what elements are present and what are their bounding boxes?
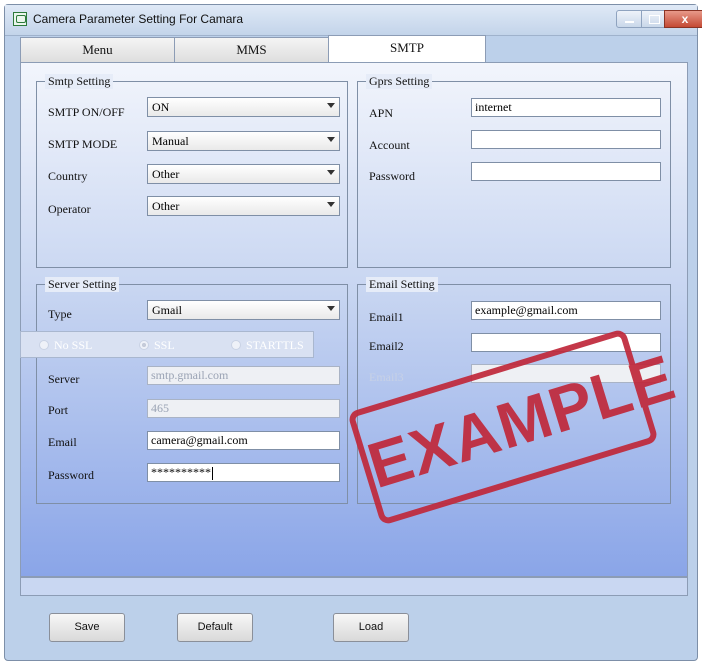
type-label: Type: [48, 307, 72, 321]
ssl-radio[interactable]: SSL: [139, 338, 175, 353]
smtp-mode-select[interactable]: Manual: [147, 131, 340, 151]
ssl-radio-group: No SSL SSL STARTTLS: [20, 331, 314, 358]
radio-icon: [231, 340, 241, 350]
status-strip: [20, 577, 688, 596]
chevron-down-icon: [327, 202, 335, 207]
load-button[interactable]: Load: [333, 613, 409, 642]
email2-label: Email2: [369, 339, 404, 353]
minimize-button[interactable]: [616, 10, 642, 28]
server-password-label: Password: [48, 468, 95, 482]
tab-mms[interactable]: MMS: [174, 37, 329, 63]
close-button[interactable]: x: [664, 10, 702, 28]
apn-label: APN: [369, 106, 394, 120]
account-field[interactable]: [471, 130, 661, 149]
gprs-password-label: Password: [369, 169, 416, 183]
email-setting-title: Email Setting: [366, 277, 438, 292]
email1-label: Email1: [369, 310, 404, 324]
email1-field[interactable]: example@gmail.com: [471, 301, 661, 320]
save-button[interactable]: Save: [49, 613, 125, 642]
server-label: Server: [48, 372, 80, 386]
email3-label: Email3: [369, 370, 404, 384]
account-label: Account: [369, 138, 410, 152]
radio-icon: [39, 340, 49, 350]
chevron-down-icon: [327, 170, 335, 175]
gprs-setting-title: Gprs Setting: [366, 74, 433, 89]
sender-email-field[interactable]: camera@gmail.com: [147, 431, 340, 450]
server-password-field[interactable]: **********: [147, 463, 340, 482]
camera-app-icon: [13, 12, 27, 26]
chevron-down-icon: [327, 306, 335, 311]
window-title: Camera Parameter Setting For Camara: [33, 12, 244, 26]
radio-selected-icon: [139, 340, 149, 350]
country-label: Country: [48, 169, 88, 183]
smtp-onoff-select[interactable]: ON: [147, 97, 340, 117]
operator-select[interactable]: Other: [147, 196, 340, 216]
chevron-down-icon: [327, 103, 335, 108]
tab-smtp[interactable]: SMTP: [328, 35, 486, 63]
text-cursor: [212, 466, 213, 480]
port-field: 465: [147, 399, 340, 418]
title-bar: Camera Parameter Setting For Camara x: [5, 5, 702, 36]
operator-label: Operator: [48, 202, 91, 216]
smtp-mode-label: SMTP MODE: [48, 137, 118, 151]
chevron-down-icon: [327, 137, 335, 142]
gprs-password-field[interactable]: [471, 162, 661, 181]
starttls-radio[interactable]: STARTTLS: [231, 338, 304, 353]
smtp-onoff-label: SMTP ON/OFF: [48, 105, 125, 119]
apn-field[interactable]: internet: [471, 98, 661, 117]
server-field: smtp.gmail.com: [147, 366, 340, 385]
port-label: Port: [48, 403, 69, 417]
server-type-select[interactable]: Gmail: [147, 300, 340, 320]
no-ssl-radio[interactable]: No SSL: [39, 338, 92, 353]
country-select[interactable]: Other: [147, 164, 340, 184]
smtp-setting-title: Smtp Setting: [45, 74, 114, 89]
server-setting-title: Server Setting: [45, 277, 120, 292]
maximize-button[interactable]: [641, 10, 665, 28]
email-label: Email: [48, 435, 77, 449]
default-button[interactable]: Default: [177, 613, 253, 642]
tab-menu[interactable]: Menu: [20, 37, 175, 63]
